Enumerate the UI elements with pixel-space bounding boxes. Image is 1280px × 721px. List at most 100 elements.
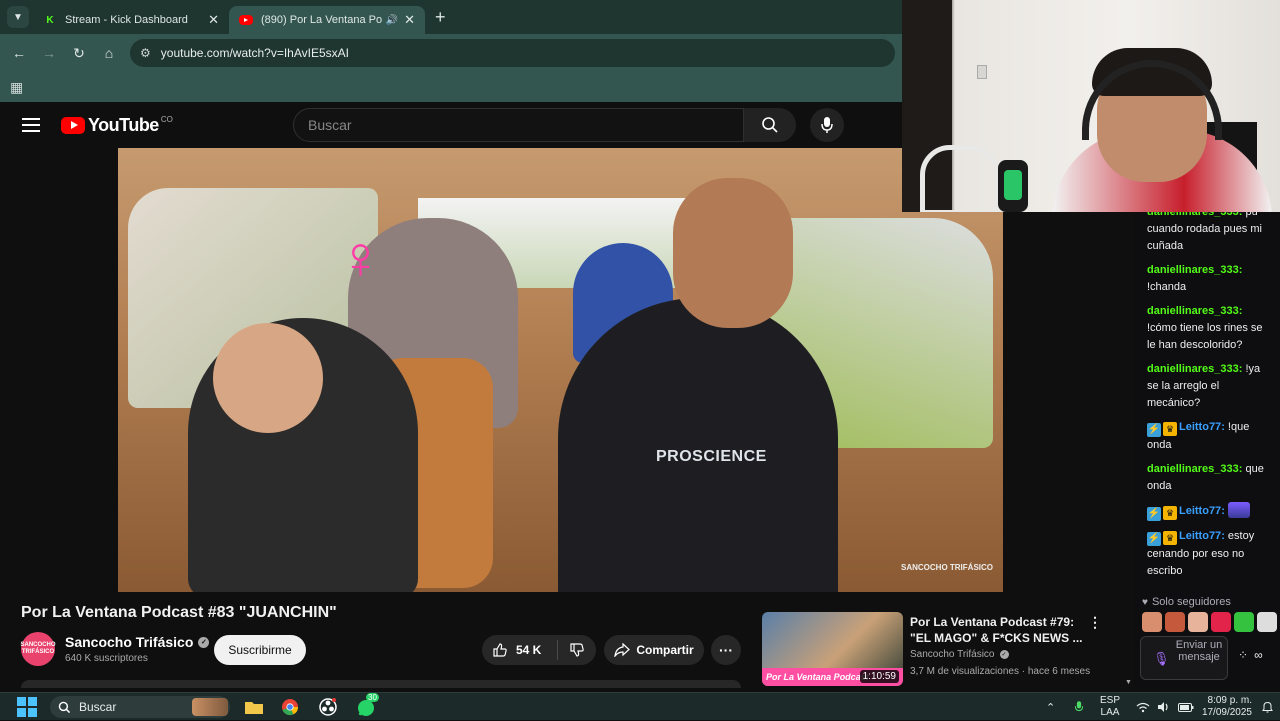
windows-taskbar: Buscar 30 ⌃ ESP LAA 8:09 p. m. 17/09/202… bbox=[0, 692, 1280, 720]
chat-messages[interactable]: daniellinares_333: pu cuando rodada pues… bbox=[1134, 212, 1280, 592]
recommended-channel[interactable]: Sancocho Trifásico bbox=[910, 649, 995, 660]
site-info-icon[interactable]: ⚙ bbox=[140, 46, 151, 60]
notification-bell-icon[interactable] bbox=[1262, 693, 1273, 721]
channel-name[interactable]: Sancocho Trifásico bbox=[65, 634, 193, 650]
apps-grid-icon[interactable]: ▦ bbox=[10, 79, 23, 96]
start-button[interactable] bbox=[16, 696, 38, 718]
recommended-menu-icon[interactable]: ⋮ bbox=[1088, 614, 1102, 631]
chat-separator: : bbox=[1238, 463, 1243, 475]
chat-username[interactable]: Leitto77 bbox=[1179, 505, 1221, 517]
video-frame[interactable]: ♀ PROSCIENCE SANCOCHO TRIFÁSICO bbox=[118, 148, 1003, 592]
share-button[interactable]: Compartir bbox=[604, 635, 704, 665]
mic-tray-icon[interactable] bbox=[1074, 693, 1084, 721]
recommended-thumbnail[interactable]: Por La Ventana Podcast 1:10:59 bbox=[762, 612, 903, 686]
battery-icon[interactable] bbox=[1178, 693, 1194, 721]
speaker-icon[interactable]: 🔊 bbox=[386, 15, 398, 26]
infinity-icon[interactable]: ∞ bbox=[1254, 648, 1263, 662]
video-scene-face bbox=[673, 178, 793, 328]
chat-separator: : bbox=[1238, 305, 1243, 317]
share-icon bbox=[614, 643, 631, 657]
obs-icon[interactable] bbox=[316, 696, 340, 718]
search-input[interactable]: Buscar bbox=[293, 108, 744, 142]
emote-button[interactable] bbox=[1234, 612, 1254, 632]
address-bar[interactable]: ⚙ youtube.com/watch?v=IhAvIE5sxAI bbox=[130, 39, 895, 67]
heart-icon: ♥ bbox=[1142, 596, 1148, 608]
search-button[interactable] bbox=[744, 108, 796, 142]
emote-button[interactable] bbox=[1257, 612, 1277, 632]
recommended-channel-row: Sancocho Trifásico ✓ bbox=[910, 649, 1009, 660]
chat-mode-label: Solo seguidores bbox=[1151, 596, 1231, 608]
volume-icon[interactable] bbox=[1157, 693, 1171, 721]
emote-button[interactable] bbox=[1142, 612, 1162, 632]
chrome-icon[interactable] bbox=[278, 696, 302, 718]
shirt-logo-text: PROSCIENCE bbox=[656, 448, 767, 465]
microphone-icon[interactable]: 🎙 bbox=[1153, 651, 1170, 667]
country-code: CO bbox=[160, 114, 173, 124]
emote-quick-bar bbox=[1142, 612, 1280, 634]
channel-text: Sancocho Trifásico ✓ 640 K suscriptores bbox=[65, 634, 210, 664]
tray-overflow-icon[interactable]: ⌃ bbox=[1046, 693, 1055, 721]
new-tab-button[interactable]: + bbox=[435, 7, 446, 28]
url-text: youtube.com/watch?v=IhAvIE5sxAI bbox=[160, 46, 349, 60]
chat-username[interactable]: daniellinares_333 bbox=[1147, 212, 1239, 218]
forward-button[interactable]: → bbox=[38, 42, 60, 64]
channel-name-row[interactable]: Sancocho Trifásico ✓ bbox=[65, 634, 210, 650]
tab-kick-dashboard[interactable]: K Stream - Kick Dashboard ✕ bbox=[33, 6, 229, 34]
emote-button[interactable] bbox=[1188, 612, 1208, 632]
keyboard-layout: LAA bbox=[1100, 707, 1120, 718]
video-player[interactable]: ♀ PROSCIENCE SANCOCHO TRIFÁSICO bbox=[0, 148, 1124, 592]
chat-username[interactable]: Leitto77 bbox=[1179, 530, 1221, 542]
like-button[interactable]: 54 K bbox=[482, 640, 558, 660]
chat-separator: : bbox=[1221, 505, 1225, 517]
close-tab-icon[interactable]: ✕ bbox=[404, 12, 415, 28]
menu-icon[interactable] bbox=[22, 118, 40, 132]
reload-button[interactable]: ↻ bbox=[68, 42, 90, 64]
recommended-video[interactable]: Por La Ventana Podcast 1:10:59 Por La Ve… bbox=[762, 612, 1122, 686]
youtube-wordmark: YouTube bbox=[88, 114, 159, 135]
chat-username[interactable]: Leitto77 bbox=[1179, 421, 1221, 433]
page-scrollbar[interactable]: ▼ bbox=[1124, 212, 1134, 688]
users-icon[interactable]: ⁘ bbox=[1238, 648, 1248, 662]
language-indicator[interactable]: ESP LAA bbox=[1100, 695, 1120, 719]
browser-toolbar: ← → ↻ ⌂ ⚙ youtube.com/watch?v=IhAvIE5sxA… bbox=[0, 34, 902, 72]
like-dislike-group: 54 K bbox=[482, 635, 596, 665]
clock-date: 17/09/2025 bbox=[1201, 707, 1252, 718]
wifi-icon[interactable] bbox=[1136, 693, 1150, 721]
chat-message: daniellinares_333: !chanda bbox=[1134, 262, 1280, 296]
whatsapp-icon[interactable]: 30 bbox=[354, 693, 379, 718]
chat-username[interactable]: daniellinares_333 bbox=[1147, 305, 1239, 317]
chat-mode-indicator: ♥ Solo seguidores bbox=[1142, 596, 1231, 608]
description-box[interactable] bbox=[21, 680, 741, 688]
chat-separator: : bbox=[1238, 363, 1243, 375]
channel-avatar[interactable]: SANCOCHO TRIFÁSICO bbox=[21, 632, 56, 666]
chat-username[interactable]: daniellinares_333 bbox=[1147, 463, 1239, 475]
voice-search-button[interactable] bbox=[810, 108, 844, 142]
search-highlight-image bbox=[192, 698, 228, 716]
scroll-down-arrow-icon[interactable]: ▼ bbox=[1125, 679, 1132, 686]
emote-button[interactable] bbox=[1211, 612, 1231, 632]
tab-search-dropdown-button[interactable]: ▼ bbox=[7, 6, 29, 28]
video-scene-person bbox=[558, 298, 838, 592]
emote-button[interactable] bbox=[1165, 612, 1185, 632]
subscribe-button[interactable]: Suscribirme bbox=[214, 635, 306, 665]
chat-message: daniellinares_333: que onda bbox=[1134, 461, 1280, 495]
recommended-title[interactable]: Por La Ventana Podcast #79: "EL MAGO" & … bbox=[910, 614, 1086, 646]
home-button[interactable]: ⌂ bbox=[98, 42, 120, 64]
dislike-button[interactable] bbox=[558, 642, 596, 658]
file-explorer-icon[interactable] bbox=[242, 696, 266, 718]
chat-message-input[interactable]: 🎙 Enviar un mensaje bbox=[1140, 636, 1228, 680]
video-duration: 1:10:59 bbox=[859, 670, 899, 683]
chat-username[interactable]: daniellinares_333 bbox=[1147, 363, 1239, 375]
system-clock[interactable]: 8:09 p. m. 17/09/2025 bbox=[1202, 695, 1252, 719]
back-button[interactable]: ← bbox=[8, 42, 30, 64]
webcam-overlay bbox=[902, 0, 1280, 212]
close-tab-icon[interactable]: ✕ bbox=[208, 12, 219, 28]
tab-youtube-video[interactable]: (890) Por La Ventana Podcast 🔊 ✕ bbox=[229, 6, 425, 34]
chat-message: daniellinares_333: pu cuando rodada pues… bbox=[1134, 212, 1280, 255]
youtube-logo[interactable]: YouTube CO bbox=[61, 115, 173, 136]
youtube-header: YouTube CO Buscar bbox=[0, 102, 902, 148]
more-actions-button[interactable]: ··· bbox=[711, 635, 741, 665]
taskbar-search[interactable]: Buscar bbox=[50, 696, 230, 718]
female-symbol-graphic: ♀ bbox=[338, 224, 383, 291]
chat-username[interactable]: daniellinares_333 bbox=[1147, 264, 1239, 276]
